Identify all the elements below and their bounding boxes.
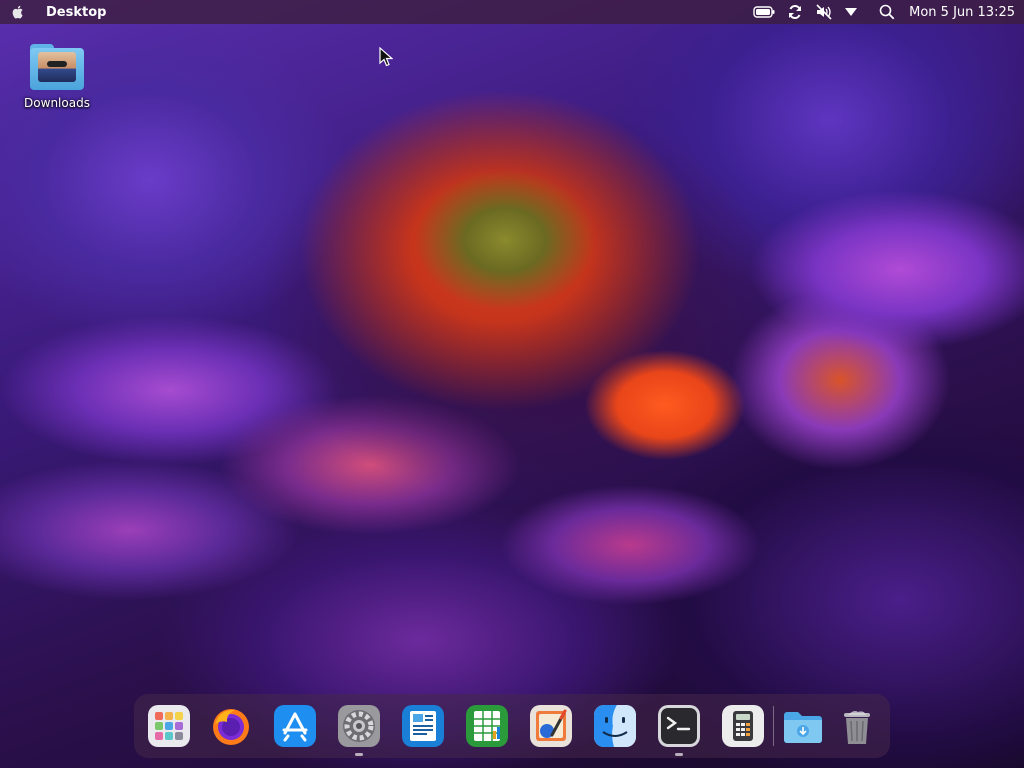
terminal-icon <box>658 705 700 747</box>
dock-item-calculator[interactable] <box>722 705 764 747</box>
launchpad-icon <box>148 705 190 747</box>
running-indicator-system-preferences <box>355 753 363 756</box>
system-tray: Mon 5 Jun 13:25 <box>747 0 1024 24</box>
finder-icon <box>594 705 636 747</box>
running-indicator-terminal <box>675 753 683 756</box>
dock-item-downloads-folder[interactable] <box>782 705 824 747</box>
muted-speaker-icon <box>816 4 832 20</box>
folder-icon <box>28 40 86 90</box>
dock-item-spreadsheet[interactable] <box>466 705 508 747</box>
dock-item-text-editor[interactable] <box>402 705 444 747</box>
document-icon <box>402 705 444 747</box>
sync-indicator[interactable] <box>787 0 803 24</box>
firefox-icon <box>213 709 249 745</box>
system-menu-button[interactable] <box>845 0 858 24</box>
sync-icon <box>789 4 802 20</box>
search-button[interactable] <box>879 0 895 24</box>
battery-indicator[interactable] <box>753 0 775 24</box>
dock-separator <box>773 706 774 746</box>
battery-icon <box>753 6 775 18</box>
trash-icon <box>844 711 870 744</box>
desktop-wallpaper <box>0 0 1024 768</box>
download-folder-icon <box>784 712 822 743</box>
gear-icon <box>338 705 380 747</box>
search-icon <box>879 4 895 20</box>
mouse-pointer-icon <box>379 47 393 67</box>
dock <box>134 694 890 758</box>
desktop-icon-label: Downloads <box>24 96 90 110</box>
active-app-title[interactable]: Desktop <box>46 5 106 20</box>
paint-icon <box>530 705 572 747</box>
dock-item-launchpad[interactable] <box>148 705 190 747</box>
apple-menu[interactable] <box>0 0 36 24</box>
desktop-icon-downloads[interactable]: Downloads <box>18 40 96 110</box>
clock[interactable]: Mon 5 Jun 13:25 <box>909 5 1015 20</box>
app-store-icon <box>274 705 316 747</box>
dock-item-firefox[interactable] <box>210 705 252 747</box>
apple-icon <box>12 5 23 19</box>
dock-item-system-preferences[interactable] <box>338 705 380 747</box>
spreadsheet-icon <box>466 705 508 747</box>
dock-item-app-store[interactable] <box>274 705 316 747</box>
dock-item-terminal[interactable] <box>658 705 700 747</box>
top-menu-bar: Desktop Mon 5 Jun 13:25 <box>0 0 1024 24</box>
menu-arrow-icon <box>845 8 858 16</box>
dock-item-trash[interactable] <box>836 705 878 747</box>
dock-item-finder[interactable] <box>594 705 636 747</box>
volume-indicator[interactable] <box>815 0 833 24</box>
calculator-icon <box>722 705 764 747</box>
dock-item-image-editor[interactable] <box>530 705 572 747</box>
